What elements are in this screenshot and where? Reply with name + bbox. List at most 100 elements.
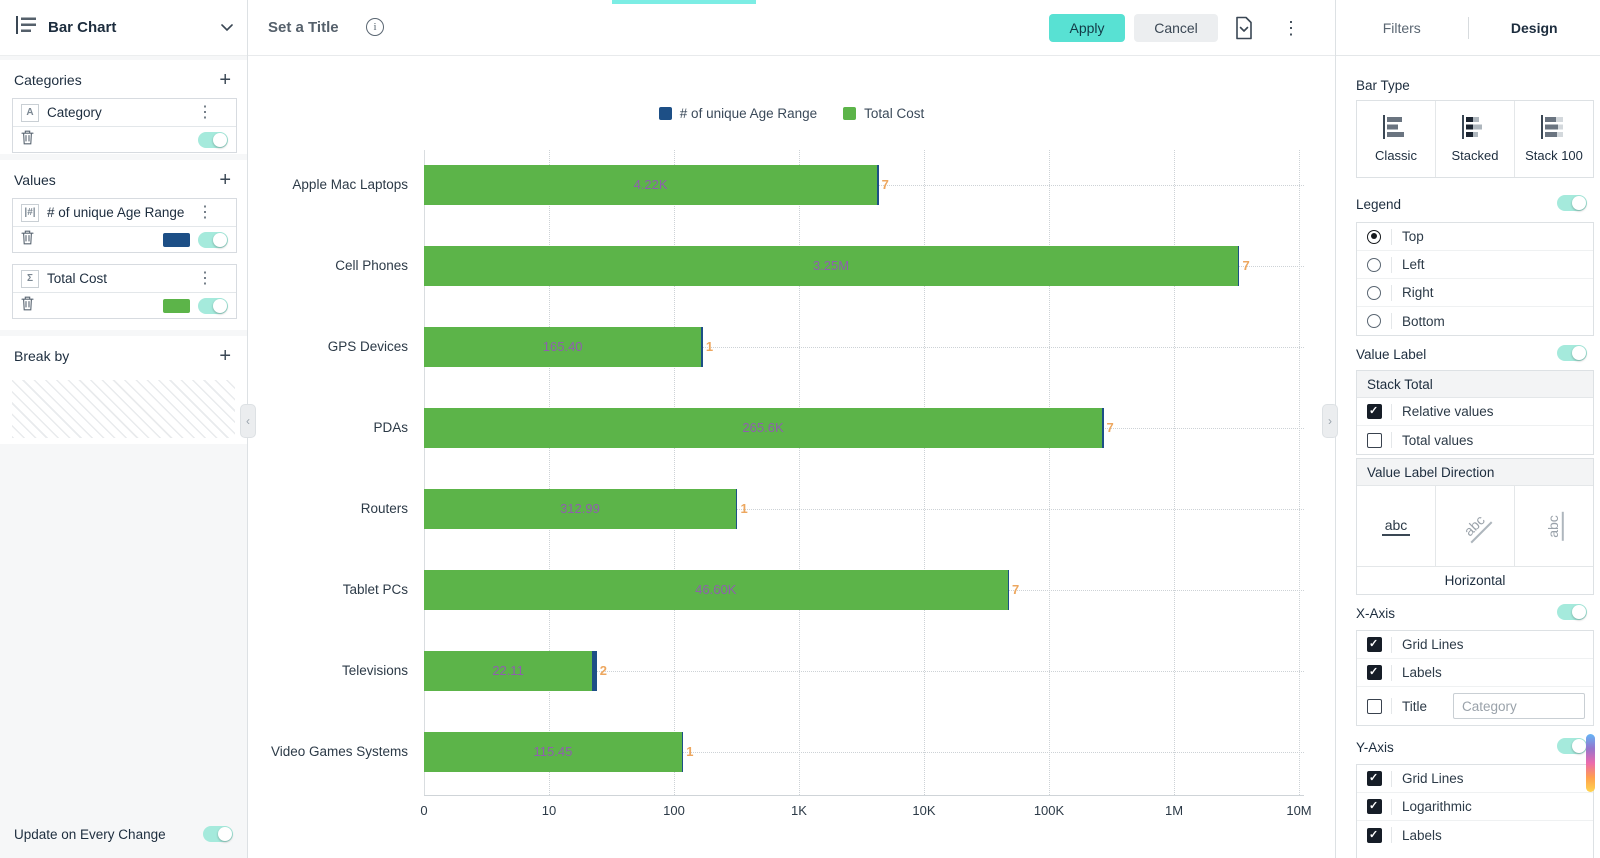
age-range-bar[interactable]	[701, 327, 703, 367]
bar-chart-canvas[interactable]: # of unique Age Range Total Cost 0 10 100 1K…	[248, 56, 1335, 858]
trash-icon[interactable]	[21, 130, 34, 150]
checkbox-icon[interactable]	[1366, 665, 1382, 680]
add-value-button[interactable]: +	[219, 170, 231, 190]
category-card[interactable]: A Category ⋮	[12, 98, 237, 153]
age-range-bar[interactable]	[735, 489, 738, 529]
legend-item[interactable]: Total Cost	[843, 106, 924, 121]
value-card-total-cost[interactable]: Σ Total Cost ⋮	[12, 264, 237, 319]
bar-type-classic[interactable]: Classic	[1357, 101, 1435, 177]
trash-icon[interactable]	[21, 230, 34, 250]
widget-toolbar: Set a Title i Apply Cancel ⋮	[248, 0, 1335, 56]
y-axis-toggle[interactable]	[1557, 738, 1587, 754]
bar-row[interactable]: 4.22K 7	[424, 165, 889, 205]
x-grid-lines-option[interactable]: Grid Lines	[1357, 631, 1593, 659]
update-on-change-toggle[interactable]	[203, 826, 233, 842]
collapse-right-panel-handle[interactable]: ›	[1322, 404, 1338, 438]
value-enabled-toggle[interactable]	[198, 231, 228, 248]
age-range-bar[interactable]	[681, 732, 684, 772]
apply-button[interactable]: Apply	[1049, 14, 1125, 42]
value-label-toggle[interactable]	[1557, 345, 1587, 361]
tab-design[interactable]: Design	[1469, 20, 1600, 36]
sum-measure-icon: Σ	[21, 269, 39, 288]
total-values-option[interactable]: Total values	[1357, 426, 1593, 454]
value-enabled-toggle[interactable]	[198, 297, 228, 314]
bar-type-label: Stack 100	[1525, 148, 1583, 163]
bar-row[interactable]: 165.40 1	[424, 327, 713, 367]
age-range-bar[interactable]	[877, 165, 879, 205]
tab-filters[interactable]: Filters	[1336, 20, 1468, 36]
y-labels-option[interactable]: Labels	[1357, 821, 1593, 849]
x-labels-option[interactable]: Labels	[1357, 659, 1593, 687]
radio-icon[interactable]	[1367, 257, 1381, 272]
chart-type-label: Bar Chart	[48, 19, 117, 36]
x-tick-label: 10M	[1286, 803, 1312, 818]
add-break-by-button[interactable]: +	[219, 346, 231, 366]
radio-icon[interactable]	[1367, 314, 1381, 328]
x-axis-toggle[interactable]	[1557, 604, 1587, 620]
y-grid-lines-option[interactable]: Grid Lines	[1357, 765, 1593, 793]
legend-position-bottom[interactable]: Bottom	[1357, 307, 1593, 335]
series-color-swatch[interactable]	[163, 298, 190, 313]
value-card-age-range[interactable]: |#| # of unique Age Range ⋮	[12, 198, 237, 253]
legend-position-right[interactable]: Right	[1357, 279, 1593, 307]
bar-row[interactable]: 312.99 1	[424, 489, 748, 529]
collapse-left-panel-handle[interactable]: ‹	[240, 404, 256, 438]
bar-type-stack-100[interactable]: Stack 100	[1514, 101, 1593, 177]
x-title-option[interactable]: Title	[1357, 687, 1593, 725]
checkbox-icon[interactable]	[1366, 637, 1382, 652]
series-color-swatch[interactable]	[163, 232, 190, 247]
checkbox-icon[interactable]	[1366, 771, 1382, 786]
bar-row[interactable]: 46.60K 7	[424, 570, 1019, 610]
checkbox-icon[interactable]	[1366, 432, 1382, 448]
checkbox-icon[interactable]	[1366, 698, 1382, 714]
age-range-bar[interactable]	[1237, 246, 1240, 286]
cancel-button[interactable]: Cancel	[1134, 14, 1218, 42]
values-section: Values + |#| # of unique Age Range ⋮ Σ T…	[0, 160, 247, 330]
age-range-bar[interactable]	[1007, 570, 1010, 610]
bar-value-label: 115.45	[533, 744, 573, 759]
legend-item[interactable]: # of unique Age Range	[658, 106, 817, 121]
widget-title[interactable]: Set a Title	[268, 19, 339, 36]
age-range-bar[interactable]	[592, 651, 597, 691]
bar-type-stacked[interactable]: Stacked	[1435, 101, 1514, 177]
bar-type-label: Classic	[1375, 148, 1417, 163]
category-enabled-toggle[interactable]	[198, 131, 228, 148]
top-progress-strip	[612, 0, 756, 4]
value-label-direction-box: Value Label Direction abc abc abc Horizo…	[1356, 458, 1594, 595]
trash-icon[interactable]	[21, 296, 34, 316]
legend-toggle[interactable]	[1557, 195, 1587, 211]
bar-row[interactable]: 265.6K 7	[424, 408, 1114, 448]
x-axis-box: Grid Lines Labels Title	[1356, 630, 1594, 726]
add-category-button[interactable]: +	[219, 70, 231, 90]
x-tick-label: 0	[420, 803, 428, 818]
checkbox-icon[interactable]	[1366, 799, 1382, 814]
direction-horizontal[interactable]: abc	[1357, 486, 1435, 566]
radio-icon[interactable]	[1367, 285, 1381, 300]
bar-row[interactable]: 3.25M 7	[424, 246, 1250, 286]
x-axis-line	[424, 795, 1304, 796]
bar-row[interactable]: 115.45 1	[424, 732, 694, 772]
radio-icon[interactable]	[1367, 229, 1381, 244]
info-icon[interactable]: i	[366, 18, 384, 36]
direction-vertical[interactable]: abc	[1514, 486, 1593, 566]
more-options-icon[interactable]: ⋮	[1282, 18, 1300, 39]
kebab-menu-icon[interactable]: ⋮	[197, 104, 213, 121]
kebab-menu-icon[interactable]: ⋮	[197, 204, 213, 221]
chart-type-selector[interactable]: Bar Chart	[0, 0, 247, 56]
chevron-down-icon[interactable]	[221, 19, 233, 37]
age-range-bar[interactable]	[1102, 408, 1104, 448]
panel-scrollbar-thumb[interactable]	[1586, 734, 1595, 792]
abc-horizontal-icon: abc	[1381, 517, 1411, 536]
checkbox-icon[interactable]	[1366, 827, 1382, 843]
checkbox-icon[interactable]	[1366, 404, 1382, 419]
direction-diagonal[interactable]: abc	[1435, 486, 1514, 566]
x-axis-title-input[interactable]	[1453, 693, 1585, 719]
legend-position-top[interactable]: Top	[1357, 223, 1593, 251]
export-icon[interactable]	[1234, 16, 1254, 45]
kebab-menu-icon[interactable]: ⋮	[197, 270, 213, 287]
bar-row[interactable]: 22.11 2	[424, 651, 607, 691]
legend-position-left[interactable]: Left	[1357, 251, 1593, 279]
y-logarithmic-option[interactable]: Logarithmic	[1357, 793, 1593, 821]
break-by-dropzone[interactable]	[12, 380, 235, 438]
relative-values-option[interactable]: Relative values	[1357, 398, 1593, 426]
